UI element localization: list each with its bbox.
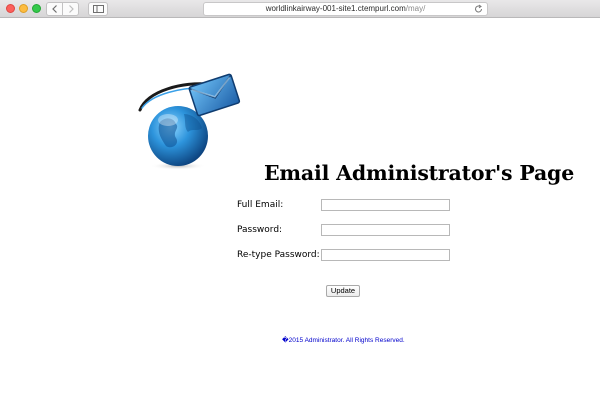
- sidebar-icon: [92, 5, 104, 13]
- sidebar-toggle-button[interactable]: [88, 2, 108, 16]
- password-field[interactable]: [321, 224, 450, 236]
- url-host: worldlinkairway-001-site1.ctempurl.com: [265, 4, 406, 13]
- full-email-field[interactable]: [321, 199, 450, 211]
- minimize-window-button[interactable]: [19, 4, 28, 13]
- chevron-right-icon: [68, 5, 74, 13]
- copyright-footer: �2015 Administrator. All Rights Reserved…: [282, 337, 405, 344]
- address-bar[interactable]: worldlinkairway-001-site1.ctempurl.com/m…: [203, 2, 488, 16]
- full-email-label: Full Email:: [237, 200, 284, 210]
- page-title: Email Administrator's Page: [264, 161, 575, 185]
- forward-button[interactable]: [62, 2, 79, 16]
- password-label: Password:: [237, 225, 283, 235]
- zoom-window-button[interactable]: [32, 4, 41, 13]
- globe-envelope-icon: [138, 73, 241, 170]
- retype-password-field[interactable]: [321, 249, 450, 261]
- chevron-left-icon: [51, 5, 57, 13]
- retype-password-label: Re-type Password:: [237, 250, 320, 260]
- close-window-button[interactable]: [6, 4, 15, 13]
- reload-icon[interactable]: [474, 4, 483, 14]
- update-button[interactable]: Update: [326, 285, 360, 297]
- back-button[interactable]: [46, 2, 63, 16]
- url-path: /may/: [405, 4, 426, 13]
- browser-toolbar: worldlinkairway-001-site1.ctempurl.com/m…: [0, 0, 600, 18]
